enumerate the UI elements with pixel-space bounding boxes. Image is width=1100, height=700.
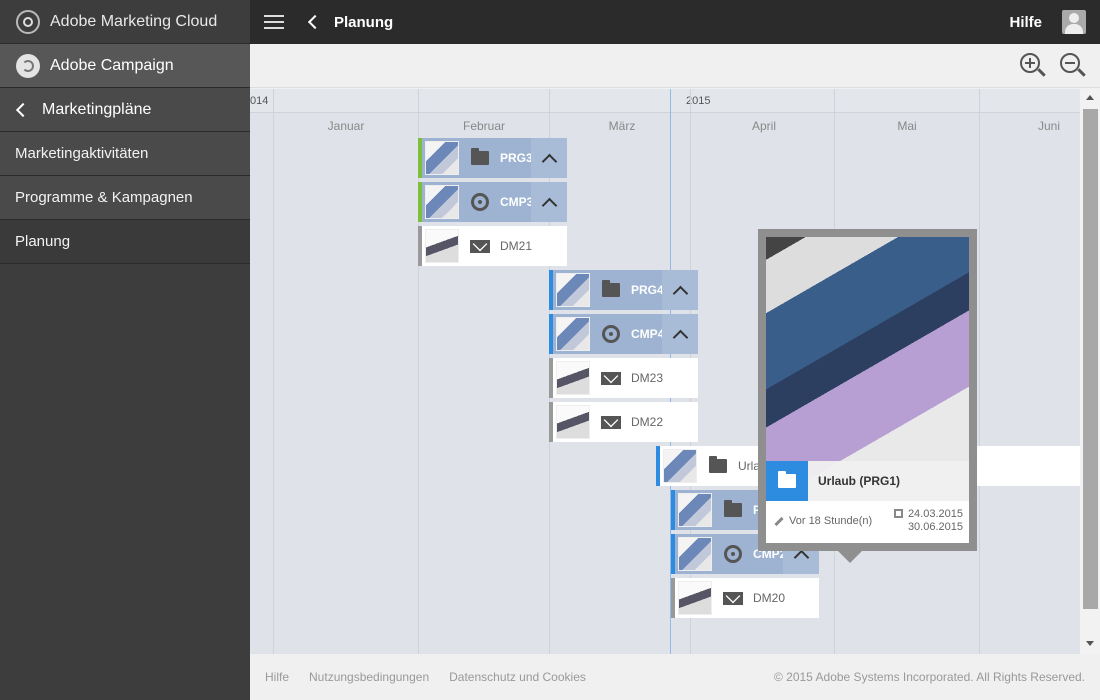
month-label: März (608, 119, 636, 133)
scroll-down-icon[interactable] (1086, 641, 1094, 646)
marketing-cloud-logo-icon (16, 9, 40, 34)
month-label: Januar (327, 119, 365, 133)
tooltip-end-date: 30.06.2015 (907, 521, 963, 533)
bar-label: DM22 (631, 415, 664, 429)
page-title: Planung (334, 13, 394, 31)
folder-icon (471, 148, 489, 165)
bar-label: DM21 (500, 239, 533, 253)
footer-link-datenschutz[interactable]: Datenschutz und Cookies (449, 670, 586, 684)
timeline-months: Januar Februar März April Mai Juni (250, 113, 1080, 137)
mail-icon (601, 415, 621, 429)
tooltip-modified: Vor 18 Stunde(n) (774, 515, 872, 527)
program-tooltip: Urlaub (PRG1) Vor 18 Stunde(n) 24.03.201… (758, 229, 977, 563)
month-label: Juni (1037, 119, 1060, 133)
zoom-in-icon[interactable] (1020, 53, 1046, 79)
sidebar-item-label: Programme & Kampagnen (15, 189, 193, 206)
collapse-chevron-icon[interactable] (662, 314, 698, 354)
hamburger-menu-icon[interactable] (264, 15, 284, 29)
collapse-chevron-icon[interactable] (531, 182, 567, 222)
marketing-cloud-label: Adobe Marketing Cloud (50, 12, 218, 30)
grid-line (979, 89, 980, 654)
footer-link-hilfe[interactable]: Hilfe (265, 670, 289, 684)
month-label: Februar (462, 119, 506, 133)
mail-icon (601, 371, 621, 385)
tooltip-title-row[interactable]: Urlaub (PRG1) (766, 461, 969, 501)
bar-label: DM20 (753, 591, 786, 605)
bar-label: CMP4 (631, 327, 665, 341)
sidebar: Adobe Marketing Cloud Adobe Campaign Mar… (0, 0, 250, 700)
campaign-header[interactable]: Adobe Campaign (0, 44, 250, 88)
timeline-bar-campaign[interactable]: CMP3 (418, 182, 567, 222)
sidebar-item-programme-kampagnen[interactable]: Programme & Kampagnen (0, 176, 250, 220)
sidebar-item-label: Planung (15, 233, 71, 250)
folder-icon (602, 280, 620, 297)
folder-icon (724, 500, 742, 517)
timeline-bar-delivery[interactable]: DM22 (549, 402, 698, 442)
tooltip-pointer (838, 551, 862, 563)
footer: Hilfe Nutzungsbedingungen Datenschutz un… (250, 654, 1100, 700)
mail-icon (470, 239, 490, 253)
bar-label: DM23 (631, 371, 664, 385)
bar-label: PRG4 (631, 283, 664, 297)
timeline-bar-campaign[interactable]: CMP4 (549, 314, 698, 354)
pencil-icon (774, 516, 784, 526)
sidebar-item-marketingaktivitaeten[interactable]: Marketingaktivitäten (0, 132, 250, 176)
calendar-icon (893, 509, 903, 518)
timeline-bar-delivery[interactable]: DM23 (549, 358, 698, 398)
campaign-logo-icon (16, 53, 40, 78)
bar-label: PRG3 (500, 151, 533, 165)
topbar: Planung Hilfe (250, 0, 1100, 44)
zoom-out-icon[interactable] (1060, 53, 1086, 79)
sidebar-item-label: Marketingaktivitäten (15, 145, 149, 162)
bar-label: CMP3 (500, 195, 534, 209)
timeline-years: 014 2015 (250, 89, 1080, 113)
back-chevron-icon[interactable] (307, 14, 323, 30)
campaign-target-icon (471, 193, 489, 211)
help-link[interactable]: Hilfe (1009, 14, 1042, 31)
tooltip-meta: Vor 18 Stunde(n) 24.03.2015 30.06.2015 (766, 501, 969, 543)
avatar[interactable] (1062, 10, 1086, 34)
month-label: Mai (897, 119, 917, 133)
campaign-label: Adobe Campaign (50, 56, 174, 74)
scroll-up-icon[interactable] (1086, 95, 1094, 100)
tooltip-folder-icon (766, 461, 808, 501)
sidebar-item-planung[interactable]: Planung (0, 220, 250, 264)
timeline-bar-program[interactable]: PRG3 (418, 138, 567, 178)
timeline-scrollbar[interactable] (1080, 89, 1100, 654)
footer-link-nutzungsbedingungen[interactable]: Nutzungsbedingungen (309, 670, 429, 684)
folder-icon (709, 456, 727, 473)
year-label: 014 (250, 95, 269, 107)
timeline-bar-delivery[interactable]: DM20 (671, 578, 819, 618)
marketing-cloud-header[interactable]: Adobe Marketing Cloud (0, 0, 250, 44)
tooltip-start-date: 24.03.2015 (907, 508, 963, 520)
campaign-target-icon (724, 545, 742, 563)
grid-line (273, 89, 274, 654)
month-label: April (751, 119, 776, 133)
tooltip-dates: 24.03.2015 30.06.2015 (893, 508, 963, 534)
tooltip-title: Urlaub (PRG1) (818, 474, 901, 488)
chevron-left-icon (15, 102, 31, 117)
scroll-thumb[interactable] (1083, 109, 1098, 609)
sidebar-back-marketingplaene[interactable]: Marketingpläne (0, 88, 250, 132)
toolbar (250, 44, 1100, 88)
collapse-chevron-icon[interactable] (531, 138, 567, 178)
campaign-target-icon (602, 325, 620, 343)
timeline-bar-program[interactable]: PRG4 (549, 270, 698, 310)
collapse-chevron-icon[interactable] (662, 270, 698, 310)
mail-icon (723, 591, 743, 605)
copyright: © 2015 Adobe Systems Incorporated. All R… (773, 670, 1085, 684)
sidebar-back-label: Marketingpläne (42, 100, 152, 118)
timeline-bar-delivery[interactable]: DM21 (418, 226, 567, 266)
